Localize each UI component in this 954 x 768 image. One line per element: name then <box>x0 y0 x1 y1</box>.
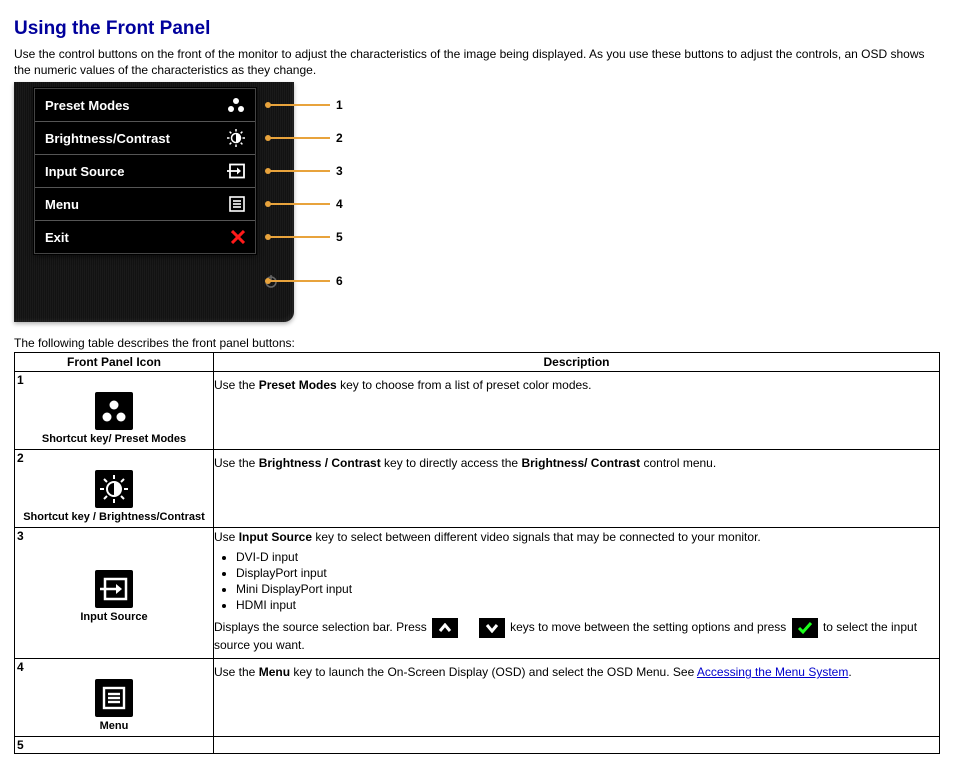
brightness-contrast-icon <box>95 470 133 508</box>
row-num-4: 4 <box>15 659 213 675</box>
table-caption: The following table describes the front … <box>14 336 940 350</box>
callout-6: 6 <box>336 274 343 288</box>
menu-icon <box>229 196 245 212</box>
col-header-desc: Description <box>214 353 940 372</box>
row-num-1: 1 <box>15 372 213 388</box>
list-item: DVI-D input <box>236 550 935 564</box>
preset-modes-icon <box>95 392 133 430</box>
osd-item-label: Menu <box>45 197 79 212</box>
list-item: HDMI input <box>236 598 935 612</box>
osd-item-input-source: Input Source <box>35 155 255 188</box>
row-desc: Use Input Source key to select between d… <box>214 528 939 658</box>
osd-item-preset-modes: Preset Modes <box>35 89 255 122</box>
callout-2: 2 <box>336 131 343 145</box>
table-row: 4 Menu Use the Menu key to launch the On… <box>15 659 940 737</box>
row-desc: Use the Menu key to launch the On-Screen… <box>214 659 939 685</box>
callout-1: 1 <box>336 98 343 112</box>
table-row: 5 <box>15 737 940 754</box>
brightness-contrast-icon <box>227 129 245 147</box>
list-item: Mini DisplayPort input <box>236 582 935 596</box>
callout-4: 4 <box>336 197 343 211</box>
close-icon <box>231 230 245 244</box>
input-source-icon <box>95 570 133 608</box>
icon-label: Shortcut key / Brightness/Contrast <box>15 511 213 527</box>
table-row: 2 Shortcut key / Brightness/Contrast Use… <box>15 450 940 528</box>
front-panel-figure: Preset Modes Brightness/Contrast Input S… <box>14 82 394 322</box>
row-desc: Use the Brightness / Contrast key to dir… <box>214 450 939 476</box>
up-arrow-icon <box>432 618 458 638</box>
osd-item-exit: Exit <box>35 221 255 253</box>
osd-item-label: Preset Modes <box>45 98 130 113</box>
callout-5: 5 <box>336 230 343 244</box>
page-heading: Using the Front Panel <box>14 18 940 40</box>
check-icon <box>792 618 818 638</box>
input-source-icon <box>227 163 245 179</box>
table-row: 3 Input Source Use Input Source key to s… <box>15 528 940 659</box>
list-item: DisplayPort input <box>236 566 935 580</box>
icon-label: Menu <box>15 720 213 736</box>
preset-modes-icon <box>227 97 245 113</box>
icon-label: Shortcut key/ Preset Modes <box>15 433 213 449</box>
osd-item-label: Input Source <box>45 164 124 179</box>
row-num-3: 3 <box>15 528 213 544</box>
front-panel-table: Front Panel Icon Description 1 Shortcut … <box>14 352 940 754</box>
row-num-5: 5 <box>15 737 213 753</box>
menu-icon <box>95 679 133 717</box>
input-list: DVI-D input DisplayPort input Mini Displ… <box>236 550 935 612</box>
down-arrow-icon <box>479 618 505 638</box>
osd-item-menu: Menu <box>35 188 255 221</box>
osd-item-brightness-contrast: Brightness/Contrast <box>35 122 255 155</box>
osd-item-label: Brightness/Contrast <box>45 131 170 146</box>
col-header-icon: Front Panel Icon <box>15 353 214 372</box>
osd-menu: Preset Modes Brightness/Contrast Input S… <box>34 88 256 254</box>
accessing-menu-link[interactable]: Accessing the Menu System <box>697 665 848 679</box>
icon-label: Input Source <box>15 611 213 627</box>
table-row: 1 Shortcut key/ Preset Modes Use the Pre… <box>15 372 940 450</box>
row-desc: Use the Preset Modes key to choose from … <box>214 372 939 398</box>
callout-3: 3 <box>336 164 343 178</box>
row-num-2: 2 <box>15 450 213 466</box>
osd-item-label: Exit <box>45 230 69 245</box>
intro-text: Use the control buttons on the front of … <box>14 46 940 78</box>
